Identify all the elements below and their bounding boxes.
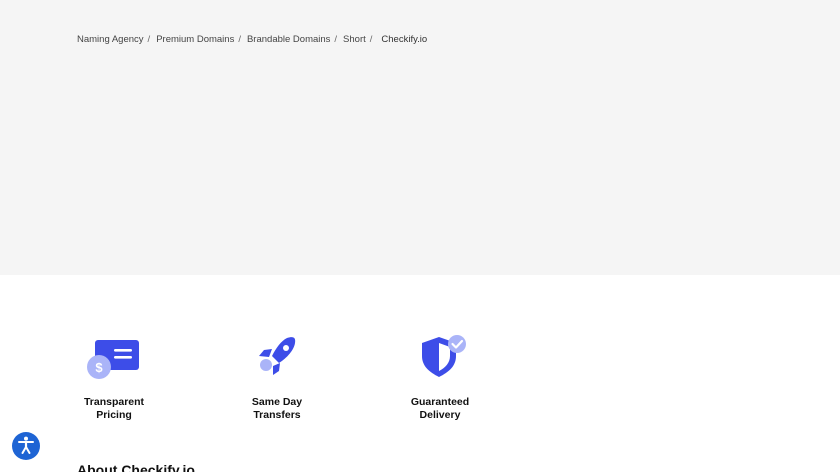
breadcrumb-item-premium-domains[interactable]: Premium Domains <box>156 34 234 45</box>
price-tag-icon: $ <box>86 332 142 382</box>
breadcrumb-separator: / <box>334 34 338 45</box>
feature-label-line: Pricing <box>96 409 132 421</box>
feature-label: Transparent Pricing <box>84 396 144 422</box>
accessibility-button[interactable] <box>12 432 40 460</box>
feature-label: Same Day Transfers <box>252 396 302 422</box>
breadcrumb: Naming Agency / Premium Domains / Branda… <box>77 34 427 45</box>
feature-same-day-transfers: Same Day Transfers <box>222 332 332 422</box>
feature-guaranteed-delivery: Guaranteed Delivery <box>385 332 495 422</box>
svg-text:$: $ <box>95 360 103 375</box>
shield-check-icon <box>412 332 468 382</box>
feature-label-line: Same Day <box>251 396 303 408</box>
breadcrumb-separator: / <box>147 34 151 45</box>
breadcrumb-separator: / <box>238 34 241 45</box>
feature-label-line: Transfers <box>253 409 301 421</box>
accessibility-icon <box>16 435 36 458</box>
breadcrumb-item-short[interactable]: Short <box>343 34 366 45</box>
feature-transparent-pricing: $ Transparent Pricing <box>59 332 169 422</box>
breadcrumb-separator: / <box>369 34 373 45</box>
rocket-icon <box>249 332 305 382</box>
hero-section: Naming Agency / Premium Domains / Branda… <box>0 0 840 275</box>
feature-label: Guaranteed Delivery <box>411 396 469 422</box>
feature-label-line: Guaranteed <box>410 396 470 408</box>
about-heading: About Checkify.io <box>77 462 195 472</box>
breadcrumb-current: Checkify.io <box>381 34 428 45</box>
breadcrumb-item-naming-agency[interactable]: Naming Agency <box>77 34 144 45</box>
feature-label-line: Delivery <box>419 409 461 421</box>
breadcrumb-item-brandable-domains[interactable]: Brandable Domains <box>247 34 330 45</box>
feature-label-line: Transparent <box>83 396 145 408</box>
